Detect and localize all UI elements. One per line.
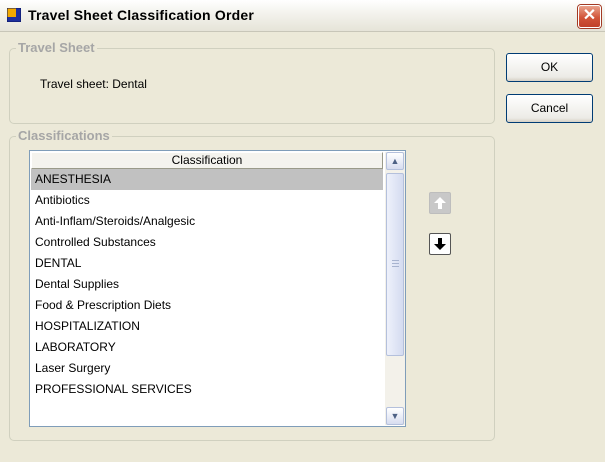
list-item[interactable]: PROFESSIONAL SERVICES bbox=[31, 379, 383, 400]
window-title: Travel Sheet Classification Order bbox=[28, 7, 255, 23]
classification-list[interactable]: Classification ANESTHESIA Antibiotics Anti… bbox=[29, 150, 406, 427]
classifications-legend: Classifications bbox=[16, 128, 112, 143]
travel-sheet-label: Travel sheet: Dental bbox=[40, 77, 147, 91]
arrow-down-icon bbox=[434, 238, 446, 250]
scroll-up-button[interactable]: ▲ bbox=[386, 152, 404, 170]
move-up-button[interactable] bbox=[429, 192, 451, 214]
cancel-button[interactable]: Cancel bbox=[506, 94, 593, 123]
close-icon: ✕ bbox=[582, 7, 597, 24]
grip-icon bbox=[392, 260, 399, 268]
list-item[interactable]: Dental Supplies bbox=[31, 274, 383, 295]
move-down-button[interactable] bbox=[429, 233, 451, 255]
scroll-down-button[interactable]: ▼ bbox=[386, 407, 404, 425]
arrow-up-icon bbox=[434, 197, 446, 209]
classification-items: ANESTHESIA Antibiotics Anti-Inflam/Steroid… bbox=[31, 169, 383, 400]
list-item[interactable]: ANESTHESIA bbox=[31, 169, 383, 190]
title-bar[interactable]: Travel Sheet Classification Order ✕ bbox=[0, 0, 605, 32]
ok-button[interactable]: OK bbox=[506, 53, 593, 82]
chevron-down-icon: ▼ bbox=[390, 411, 400, 421]
list-item[interactable]: Laser Surgery bbox=[31, 358, 383, 379]
list-item[interactable]: LABORATORY bbox=[31, 337, 383, 358]
chevron-up-icon: ▲ bbox=[390, 156, 400, 166]
list-item[interactable]: Antibiotics bbox=[31, 190, 383, 211]
scrollbar-thumb[interactable] bbox=[386, 173, 404, 356]
column-header-classification[interactable]: Classification bbox=[31, 152, 383, 169]
list-item[interactable]: HOSPITALIZATION bbox=[31, 316, 383, 337]
close-button[interactable]: ✕ bbox=[578, 5, 601, 28]
vertical-scrollbar[interactable]: ▲ ▼ bbox=[385, 152, 405, 425]
list-item[interactable]: DENTAL bbox=[31, 253, 383, 274]
travel-sheet-legend: Travel Sheet bbox=[16, 40, 97, 55]
app-window-icon bbox=[7, 8, 21, 22]
list-item[interactable]: Anti-Inflam/Steroids/Analgesic bbox=[31, 211, 383, 232]
list-item[interactable]: Food & Prescription Diets bbox=[31, 295, 383, 316]
list-item[interactable]: Controlled Substances bbox=[31, 232, 383, 253]
